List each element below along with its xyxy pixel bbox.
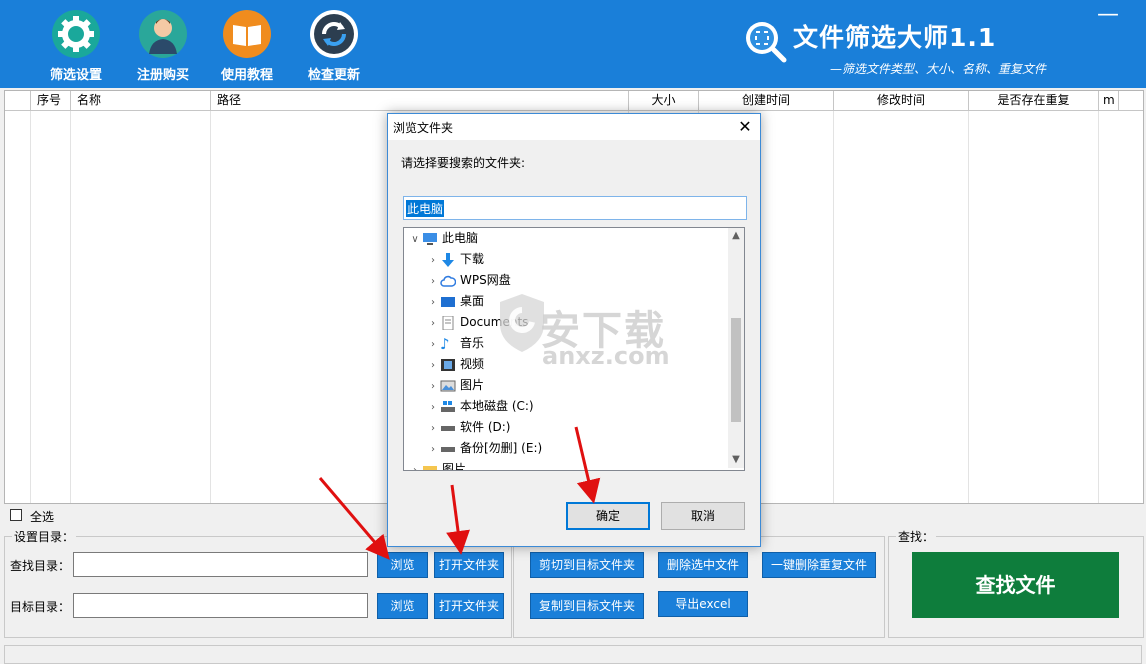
annotation-arrows — [318, 426, 601, 560]
arrow-to-ok — [574, 426, 601, 504]
arrow-to-browse — [318, 477, 390, 560]
arrow-to-open-folder — [446, 484, 470, 555]
